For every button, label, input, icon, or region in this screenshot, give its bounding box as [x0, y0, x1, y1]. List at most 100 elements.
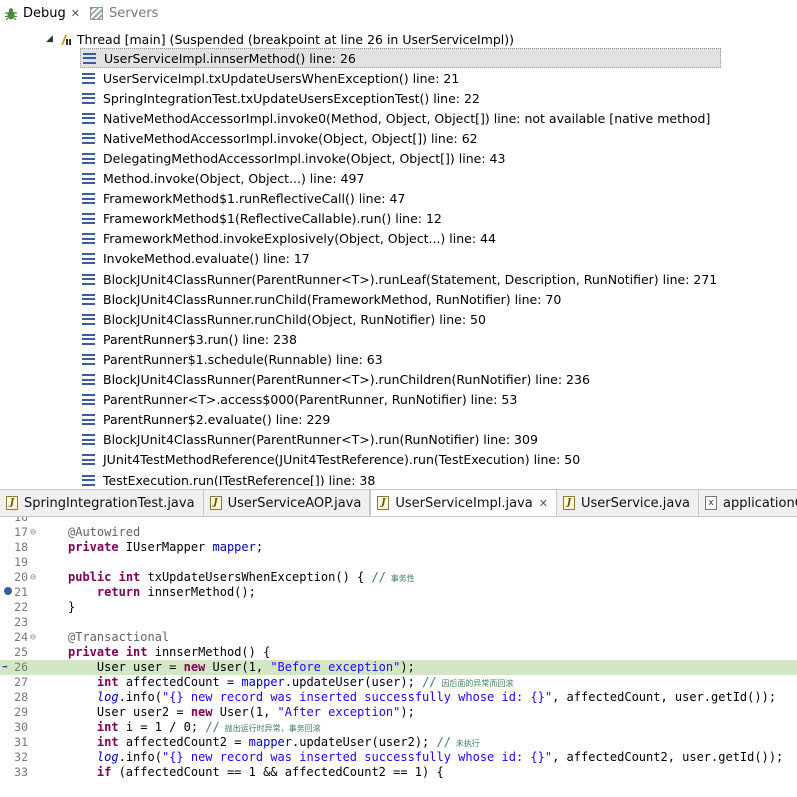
- code-line[interactable]: 31 int affectedCount2 = mapper.updateUse…: [0, 735, 797, 750]
- code-line[interactable]: 20 ⊖ public int txUpdateUsersWhenException…: [0, 570, 797, 585]
- editor-tab-label: UserServiceAOP.java: [227, 495, 362, 511]
- code-line[interactable]: 22}: [0, 600, 797, 615]
- tab-servers[interactable]: Servers: [86, 0, 164, 27]
- stack-frame[interactable]: BlockJUnit4ClassRunner.runChild(Object, …: [80, 309, 721, 329]
- stack-frame-icon: [82, 153, 95, 165]
- stack-frame-icon: [82, 474, 95, 486]
- stack-frame-label: UserServiceImpl.innserMethod() line: 26: [104, 50, 356, 66]
- java-file-icon: J: [562, 496, 575, 510]
- code-line[interactable]: 28 log.info("{} new record was inserted …: [0, 690, 797, 705]
- code-line[interactable]: 25 private int innserMethod() {: [0, 645, 797, 660]
- editor-tab[interactable]: J SpringIntegrationTest.java: [0, 490, 204, 516]
- code-line[interactable]: 23: [0, 615, 797, 630]
- stack-frame[interactable]: JUnit4TestMethodReference(JUnit4TestRefe…: [80, 450, 721, 470]
- stack-frame[interactable]: DelegatingMethodAccessorImpl.invoke(Obje…: [80, 148, 721, 168]
- stack-frame-label: FrameworkMethod$1(ReflectiveCallable).ru…: [103, 211, 442, 227]
- stack-frame[interactable]: SpringIntegrationTest.txUpdateUsersExcep…: [80, 88, 721, 108]
- stack-frame-label: FrameworkMethod.invokeExplosively(Object…: [103, 231, 496, 247]
- code-line[interactable]: 18 private IUserMapper mapper;: [0, 540, 797, 555]
- editor-tab-bar: J SpringIntegrationTest.java J UserServiceA…: [0, 489, 797, 517]
- code-text: log.info("{} new record was inserted suc…: [96, 750, 784, 764]
- stack-frame[interactable]: FrameworkMethod$1(ReflectiveCallable).ru…: [80, 209, 721, 229]
- stack-frame[interactable]: TestExecution.run(ITestReference[]) line…: [80, 470, 721, 486]
- xml-file-icon: x: [705, 496, 718, 510]
- stack-frame[interactable]: ParentRunner$1.schedule(Runnable) line: …: [80, 349, 721, 369]
- collapse-triangle-icon[interactable]: ◢: [46, 34, 53, 44]
- code-line[interactable]: 17 ⊖ @Autowired: [0, 525, 797, 540]
- stack-frame[interactable]: ParentRunner$2.evaluate() line: 229: [80, 410, 721, 430]
- stack-frame-label: NativeMethodAccessorImpl.invoke0(Method,…: [103, 110, 711, 126]
- debug-view: Debug ✕ Servers ◢ Thread [main] (Suspend…: [0, 0, 797, 486]
- code-line[interactable]: 30 int i = 1 / 0; // 抛出运行时异常，事务回滚: [0, 720, 797, 735]
- fold-toggle-icon[interactable]: ⊖: [28, 570, 38, 585]
- line-number: 25: [14, 645, 28, 659]
- editor-tab[interactable]: J UserServiceImpl.java ✕: [370, 490, 557, 516]
- stack-frame-icon: [82, 173, 95, 185]
- stack-frame-icon: [82, 414, 95, 426]
- stack-frame-icon: [82, 112, 95, 124]
- stack-frame[interactable]: ParentRunner<T>.access$000(ParentRunner,…: [80, 390, 721, 410]
- code-text: int affectedCount = mapper.updateUser(us…: [96, 675, 514, 689]
- stack-frame[interactable]: NativeMethodAccessorImpl.invoke0(Method,…: [80, 108, 721, 128]
- fold-toggle-icon[interactable]: ⊖: [28, 525, 38, 540]
- stack-frame-icon: [82, 374, 95, 386]
- stack-frame[interactable]: BlockJUnit4ClassRunner.runChild(Framewor…: [80, 289, 721, 309]
- code-line[interactable]: 16: [0, 517, 797, 525]
- line-number: 19: [14, 555, 28, 569]
- stack-frame-icon: [82, 434, 95, 446]
- stack-frame[interactable]: FrameworkMethod$1.runReflectiveCall() li…: [80, 189, 721, 209]
- stack-frame-label: ParentRunner$3.run() line: 238: [103, 331, 297, 347]
- stack-frame-icon: [82, 394, 95, 406]
- code-line[interactable]: 33 if (affectedCount == 1 && affectedCou…: [0, 765, 797, 780]
- stack-frame[interactable]: ParentRunner$3.run() line: 238: [80, 329, 721, 349]
- stack-frame-label: BlockJUnit4ClassRunner(ParentRunner<T>).…: [103, 372, 590, 388]
- stack-frame-label: BlockJUnit4ClassRunner.runChild(Framewor…: [103, 291, 562, 307]
- code-line[interactable]: 32 log.info("{} new record was inserted …: [0, 750, 797, 765]
- stack-frame[interactable]: FrameworkMethod.invokeExplosively(Object…: [80, 229, 721, 249]
- code-text: return innserMethod();: [96, 585, 256, 599]
- stack-frame-icon: [82, 353, 95, 365]
- stack-frame[interactable]: BlockJUnit4ClassRunner(ParentRunner<T>).…: [80, 370, 721, 390]
- editor-tab[interactable]: J UserService.java: [557, 490, 700, 516]
- line-number: 18: [14, 540, 28, 554]
- tab-servers-label: Servers: [108, 6, 159, 21]
- stack-frame[interactable]: InvokeMethod.evaluate() line: 17: [80, 249, 721, 269]
- stack-frame-label: ParentRunner$1.schedule(Runnable) line: …: [103, 351, 383, 367]
- stack-frame-list: UserServiceImpl.innserMethod() line: 26 U…: [80, 48, 722, 486]
- editor-tab[interactable]: J UserServiceAOP.java: [204, 490, 371, 516]
- stack-frame[interactable]: UserServiceImpl.txUpdateUsersWhenExcepti…: [80, 68, 721, 88]
- code-line[interactable]: 19: [0, 555, 797, 570]
- line-number: 16: [14, 517, 28, 524]
- code-text: private IUserMapper mapper;: [68, 540, 264, 554]
- code-text: private int innserMethod() {: [68, 645, 271, 659]
- code-text: int i = 1 / 0; // 抛出运行时异常，事务回滚: [96, 720, 321, 734]
- stack-frame[interactable]: UserServiceImpl.innserMethod() line: 26: [80, 48, 722, 69]
- stack-frame-icon: [82, 92, 95, 104]
- editor-tab-label: UserService.java: [580, 495, 691, 511]
- tab-debug[interactable]: Debug ✕: [0, 0, 86, 27]
- code-text: }: [68, 600, 76, 614]
- code-line[interactable]: 26 ➡ User user = new User(1, "Before exce…: [0, 660, 797, 675]
- line-number: 32: [14, 750, 28, 764]
- code-line[interactable]: 27 int affectedCount = mapper.updateUser…: [0, 675, 797, 690]
- thread-node[interactable]: ◢ Thread [main] (Suspended (breakpoint a…: [46, 30, 514, 48]
- line-number: 17: [14, 525, 28, 539]
- close-icon[interactable]: ✕: [539, 497, 548, 510]
- code-line[interactable]: 21 return innserMethod();: [0, 585, 797, 600]
- close-icon[interactable]: ✕: [71, 7, 80, 20]
- breakpoint-icon[interactable]: [4, 587, 12, 595]
- stack-frame[interactable]: BlockJUnit4ClassRunner(ParentRunner<T>).…: [80, 430, 721, 450]
- stack-frame[interactable]: NativeMethodAccessorImpl.invoke(Object, …: [80, 128, 721, 148]
- stack-frame[interactable]: BlockJUnit4ClassRunner(ParentRunner<T>).…: [80, 269, 721, 289]
- bug-icon: [4, 7, 18, 21]
- stack-frame[interactable]: Method.invoke(Object, Object...) line: 4…: [80, 169, 721, 189]
- code-editor[interactable]: 16 17 ⊖ @Autowired 18 private IUserMapper map…: [0, 517, 797, 797]
- code-line[interactable]: 24 ⊖ @Transactional: [0, 630, 797, 645]
- stack-frame-label: NativeMethodAccessorImpl.invoke(Object, …: [103, 130, 478, 146]
- code-line[interactable]: 29 User user2 = new User(1, "After excep…: [0, 705, 797, 720]
- code-text: User user = new User(1, "Before exceptio…: [68, 660, 415, 674]
- editor-tab[interactable]: x applicationCont: [699, 490, 797, 516]
- fold-toggle-icon[interactable]: ⊖: [28, 630, 38, 645]
- stack-frame-label: JUnit4TestMethodReference(JUnit4TestRefe…: [103, 452, 581, 468]
- thread-label: Thread [main] (Suspended (breakpoint at …: [76, 31, 515, 47]
